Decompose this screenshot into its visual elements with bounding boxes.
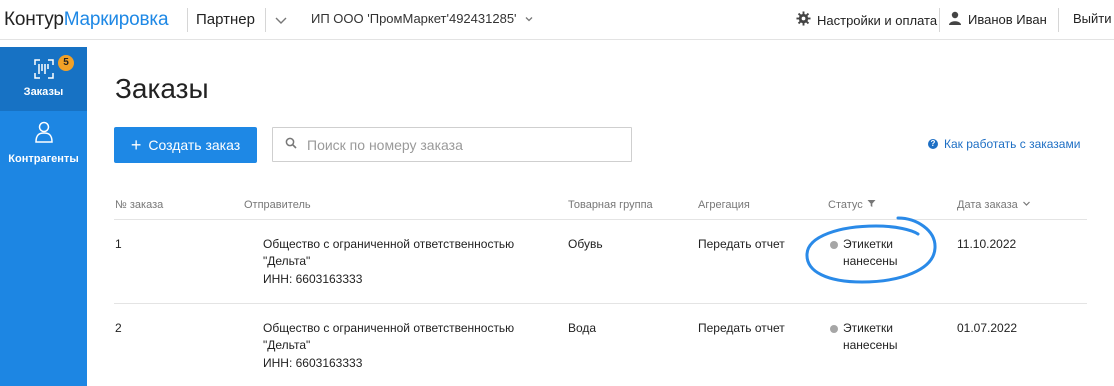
sender-inn: ИНН: 6603163333: [263, 272, 363, 286]
divider: [114, 303, 1087, 304]
column-header-date[interactable]: Дата заказа: [957, 199, 1031, 211]
column-header-label: Отправитель: [244, 199, 311, 211]
user-menu[interactable]: Иванов Иван: [948, 11, 1047, 28]
logo-kontur: Контур: [4, 9, 64, 30]
sidebar-item-label: Заказы: [23, 86, 64, 98]
help-link[interactable]: ? Как работать с заказами: [928, 137, 1080, 151]
sender-name-quoted: "Дельта": [263, 338, 311, 352]
question-icon: ?: [928, 139, 938, 149]
sidebar: 5 Заказы Контрагенты: [0, 47, 87, 386]
status-badge: Этикетки нанесены: [830, 320, 898, 354]
column-header-aggregation[interactable]: Агрегация: [698, 199, 750, 211]
help-link-label: Как работать с заказами: [944, 137, 1081, 151]
divider: [1058, 8, 1059, 32]
top-bar: КонтурМаркировка Партнер ИП ООО 'ПромМар…: [0, 0, 1114, 40]
column-header-status[interactable]: Статус: [828, 199, 876, 211]
chevron-down-icon: [524, 12, 534, 27]
create-order-button[interactable]: + Создать заказ: [114, 127, 257, 163]
logout-label: Выйти: [1073, 11, 1112, 26]
person-icon: [34, 121, 54, 146]
settings-link[interactable]: Настройки и оплата: [796, 11, 937, 29]
order-date: 01.07.2022: [957, 321, 1018, 335]
gear-icon: [796, 11, 811, 29]
column-header-sender[interactable]: Отправитель: [244, 199, 311, 211]
column-header-label: № заказа: [115, 199, 164, 211]
product-group: Вода: [568, 321, 597, 335]
sender-name: Общество с ограниченной ответственностью: [263, 321, 515, 335]
column-header-label: Товарная группа: [568, 199, 653, 211]
sidebar-item-label: Контрагенты: [8, 153, 79, 165]
column-header-number[interactable]: № заказа: [115, 199, 163, 211]
order-number: 1: [115, 237, 122, 251]
status-label: Этикетки: [843, 321, 893, 335]
settings-label: Настройки и оплата: [817, 12, 938, 28]
sidebar-item-orders[interactable]: 5 Заказы: [0, 47, 87, 111]
page-title: Заказы: [115, 73, 209, 104]
order-date: 11.10.2022: [957, 237, 1017, 251]
product-group: Обувь: [568, 237, 603, 251]
orders-count-badge: 5: [58, 55, 74, 71]
user-name: Иванов Иван: [968, 12, 1047, 27]
sender-name-quoted: "Дельта": [263, 254, 311, 268]
sidebar-item-contractors[interactable]: Контрагенты: [0, 111, 87, 175]
search-icon: [285, 137, 297, 152]
status-label: нанесены: [843, 338, 898, 352]
plus-icon: +: [130, 135, 142, 155]
organization-selector[interactable]: ИП ООО 'ПромМаркет'492431285': [311, 11, 534, 27]
search-box[interactable]: [272, 127, 632, 162]
logo[interactable]: КонтурМаркировка: [4, 9, 169, 31]
column-header-label: Дата заказа: [957, 199, 1018, 211]
logout-link[interactable]: Выйти: [1073, 11, 1112, 26]
partner-label: Партнер: [196, 11, 255, 28]
user-icon: [948, 11, 962, 28]
logo-product: Маркировка: [63, 9, 169, 30]
status-dot-icon: [830, 241, 838, 249]
sender-inn: ИНН: 6603163333: [263, 356, 363, 370]
column-header-product-group[interactable]: Товарная группа: [568, 199, 653, 211]
chevron-down-icon[interactable]: [273, 12, 289, 28]
status-badge: Этикетки нанесены: [830, 236, 898, 270]
aggregation-action[interactable]: Передать отчет: [698, 320, 785, 337]
filter-icon[interactable]: [867, 199, 876, 211]
status-label: Этикетки: [843, 237, 893, 251]
status-label: нанесены: [843, 254, 898, 268]
sender-name: Общество с ограниченной ответственностью: [263, 237, 515, 251]
divider: [114, 219, 1087, 220]
barcode-icon: [34, 59, 54, 82]
divider: [187, 8, 188, 32]
organization-name: ИП ООО 'ПромМаркет'492431285': [311, 11, 517, 26]
chevron-down-icon[interactable]: [1022, 199, 1031, 211]
create-order-label: Создать заказ: [148, 137, 241, 153]
column-header-label: Агрегация: [698, 199, 750, 211]
order-number: 2: [115, 321, 122, 335]
divider: [265, 8, 266, 32]
column-header-label: Статус: [828, 199, 863, 211]
divider: [939, 8, 940, 32]
search-input[interactable]: [307, 136, 607, 153]
aggregation-action[interactable]: Передать отчет: [698, 236, 785, 253]
status-dot-icon: [830, 325, 838, 333]
